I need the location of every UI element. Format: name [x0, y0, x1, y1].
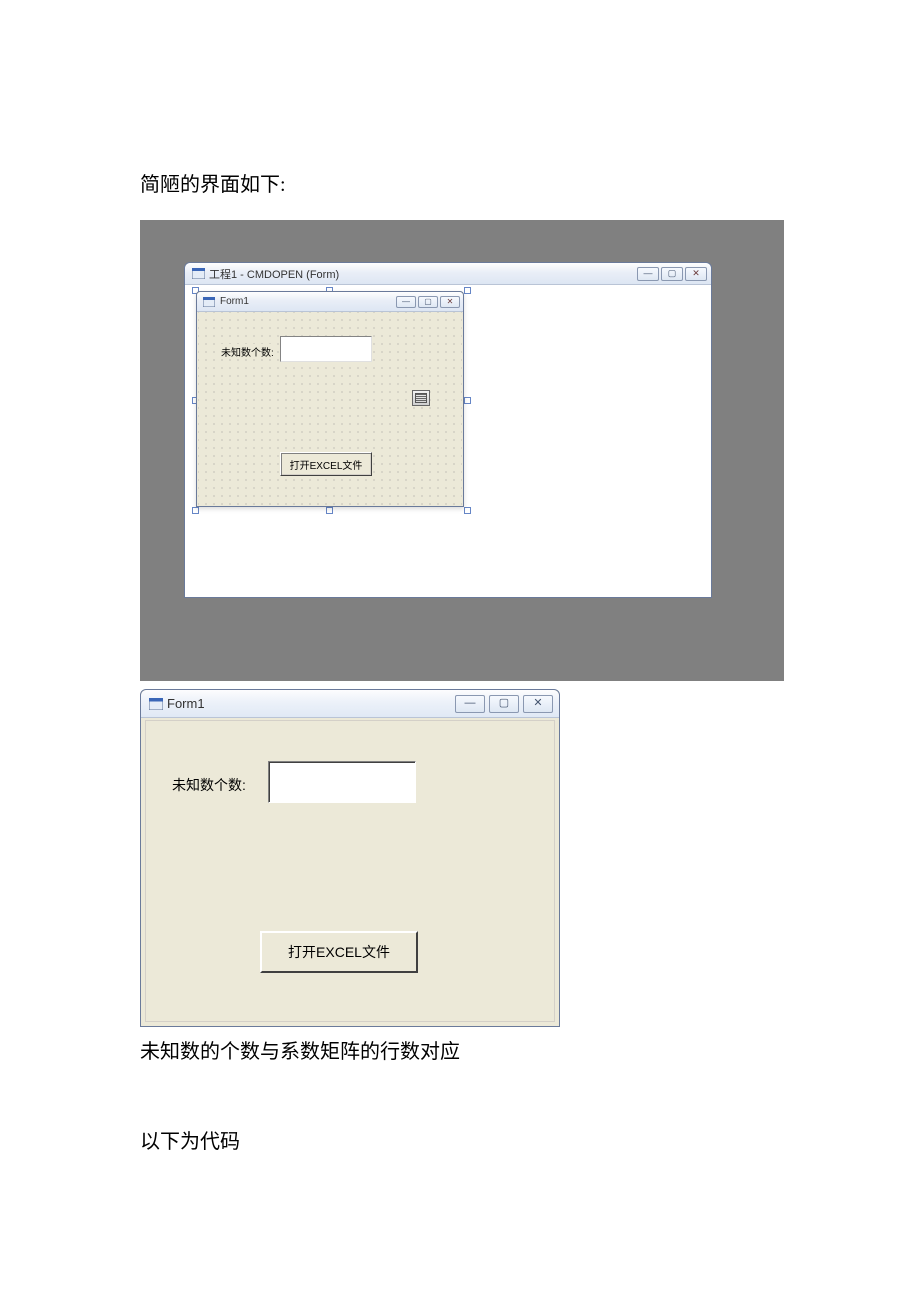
minimize-button[interactable]: —	[637, 267, 659, 281]
unknown-count-label: 未知数个数:	[172, 775, 246, 795]
close-button[interactable]: ✕	[685, 267, 707, 281]
form-icon	[202, 296, 216, 308]
minimize-icon: —	[402, 298, 410, 306]
unknown-count-textbox[interactable]	[268, 761, 416, 803]
project-title: 工程1 - CMDOPEN (Form)	[209, 266, 339, 282]
form-icon	[191, 268, 205, 280]
minimize-icon: —	[644, 269, 653, 278]
close-icon: ✕	[447, 298, 454, 306]
selection-handle[interactable]	[192, 507, 199, 514]
selection-handle[interactable]	[464, 397, 471, 404]
runtime-client: 未知数个数: 打开EXCEL文件	[145, 720, 555, 1022]
maximize-icon: ▢	[424, 298, 432, 306]
selection-handle[interactable]	[464, 287, 471, 294]
maximize-icon: ▢	[499, 698, 509, 709]
minimize-icon: —	[465, 698, 476, 709]
close-button[interactable]: ✕	[440, 296, 460, 308]
minimize-button[interactable]: —	[396, 296, 416, 308]
selection-handle[interactable]	[326, 507, 333, 514]
selection-handle[interactable]	[464, 507, 471, 514]
maximize-button[interactable]: ▢	[489, 695, 519, 713]
maximize-button[interactable]: ▢	[661, 267, 683, 281]
open-excel-button-label: 打开EXCEL文件	[288, 942, 390, 962]
maximize-icon: ▢	[668, 269, 677, 278]
open-excel-button-label: 打开EXCEL文件	[290, 457, 363, 472]
common-dialog-icon[interactable]	[412, 390, 430, 406]
open-excel-button[interactable]: 打开EXCEL文件	[280, 452, 372, 476]
runtime-form-screenshot: Form1 — ▢ ✕ 未知数个数: 打开EXCEL文件	[140, 689, 560, 1027]
inner-form-titlebar: Form1 — ▢ ✕	[197, 292, 463, 312]
project-titlebar: 工程1 - CMDOPEN (Form) — ▢ ✕	[185, 263, 711, 285]
runtime-titlebar: Form1 — ▢ ✕	[141, 690, 559, 718]
maximize-button[interactable]: ▢	[418, 296, 438, 308]
inner-window-controls: — ▢ ✕	[396, 296, 460, 308]
code-follows-text: 以下为代码	[140, 1127, 780, 1157]
close-button[interactable]: ✕	[523, 695, 553, 713]
unknown-count-label: 未知数个数:	[220, 344, 275, 359]
intro-text: 简陋的界面如下:	[140, 170, 780, 200]
project-window-controls: — ▢ ✕	[637, 267, 707, 281]
close-icon: ✕	[533, 698, 542, 709]
project-window: 工程1 - CMDOPEN (Form) — ▢ ✕	[184, 262, 712, 598]
correspondence-note: 未知数的个数与系数矩阵的行数对应	[140, 1037, 780, 1067]
inner-form-client: 未知数个数: 打开EXCEL文件	[198, 312, 462, 505]
form-icon	[149, 698, 163, 710]
open-excel-button[interactable]: 打开EXCEL文件	[260, 931, 418, 973]
inner-form-design[interactable]: Form1 — ▢ ✕ 未知数个数: 打开EXCEL文件	[196, 291, 464, 507]
vb-designer-screenshot: 工程1 - CMDOPEN (Form) — ▢ ✕	[140, 220, 784, 681]
inner-form-title: Form1	[220, 296, 249, 307]
runtime-form-title: Form1	[167, 696, 205, 711]
unknown-count-textbox[interactable]	[280, 336, 372, 362]
minimize-button[interactable]: —	[455, 695, 485, 713]
close-icon: ✕	[692, 269, 700, 278]
